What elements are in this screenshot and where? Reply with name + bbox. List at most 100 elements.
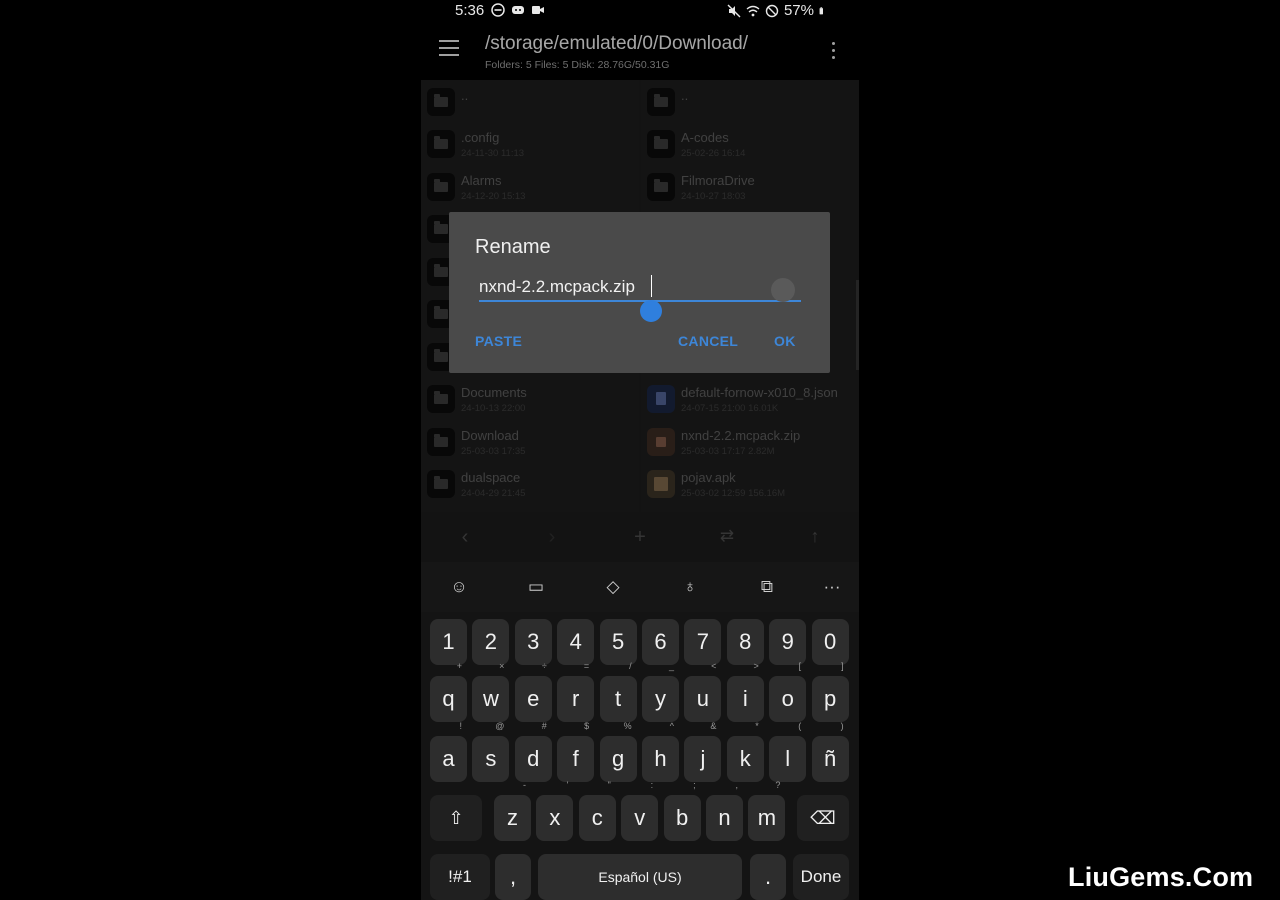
blocked-icon	[765, 4, 779, 17]
key-hint: &	[710, 721, 717, 731]
letter-key[interactable]: y _	[642, 662, 679, 722]
letter-key[interactable]: r =	[557, 662, 595, 722]
letter-key[interactable]: i >	[726, 662, 764, 722]
letter-key[interactable]: z-	[494, 781, 531, 841]
key-hint: ]	[841, 661, 844, 671]
number-key[interactable]: 0	[811, 619, 849, 665]
dialog-title: Rename	[475, 236, 551, 258]
key-label: f	[572, 746, 579, 771]
number-key[interactable]: 9	[769, 619, 807, 665]
key-label: ,	[509, 864, 517, 889]
key-hint: ÷	[541, 661, 547, 671]
key-label: t	[615, 686, 622, 711]
key-hint: !	[459, 721, 462, 731]
key-label: 7	[696, 629, 710, 654]
rename-dialog: Rename PASTE CANCEL OK	[449, 212, 830, 373]
number-key[interactable]: 7	[684, 619, 722, 665]
mic-icon[interactable]: ♁	[677, 574, 703, 600]
letter-key[interactable]: b;	[663, 781, 701, 841]
video-icon	[532, 6, 544, 14]
letter-key[interactable]: w ×	[472, 662, 510, 722]
letter-key[interactable]: f $	[557, 722, 595, 782]
key-label: Español (US)	[598, 869, 682, 885]
key-label: 1	[442, 629, 455, 654]
more-icon[interactable]: ···	[819, 574, 845, 600]
letter-key[interactable]: n,	[706, 781, 743, 841]
key-label: j	[700, 746, 706, 771]
soft-keyboard: ☺ ▭ ◇ ♁ ⧉ ··· 1 2 3 4 5 6 7 8 9 0 q + w × e ÷ r = t / y _ u < i >…	[421, 562, 859, 900]
letter-key[interactable]: s @	[472, 722, 510, 782]
letter-key[interactable]: x '	[536, 781, 574, 841]
key-label: k	[739, 746, 751, 771]
shift-icon[interactable]: ⇧	[430, 795, 482, 841]
space-key[interactable]: Español (US)	[538, 854, 742, 900]
letter-key[interactable]: j &	[684, 722, 722, 782]
key-label: 8	[739, 629, 752, 654]
letter-key[interactable]: c "	[578, 781, 616, 841]
ok-button[interactable]: OK	[774, 333, 796, 349]
symbols-key[interactable]: !#1	[430, 854, 490, 900]
key-label: 5	[611, 629, 625, 654]
letter-key[interactable]: m?	[748, 781, 786, 841]
key-label: g	[611, 746, 625, 771]
number-key[interactable]: 2	[472, 619, 510, 665]
number-key[interactable]: 1	[430, 619, 467, 665]
letter-key[interactable]: a!	[430, 722, 467, 782]
wifi-icon	[746, 5, 760, 16]
key-hint: ×	[499, 661, 505, 671]
letter-key[interactable]: v:	[621, 781, 659, 841]
letter-key[interactable]: l(	[769, 722, 807, 782]
number-key[interactable]: 4	[557, 619, 595, 665]
letter-key[interactable]: h ^	[642, 722, 679, 782]
key-label: p	[823, 686, 837, 711]
comma-key[interactable]: ,	[495, 854, 531, 900]
key-label: u	[696, 686, 710, 711]
key-hint: %	[623, 721, 632, 731]
key-label: 0	[823, 629, 837, 654]
letter-key[interactable]: g%	[599, 722, 637, 782]
cursor-handle[interactable]	[640, 300, 662, 322]
letter-key[interactable]: p]	[811, 662, 849, 722]
backspace-icon[interactable]: ⌫	[797, 795, 849, 841]
paste-button[interactable]: PASTE	[475, 333, 522, 349]
key-label: 9	[781, 629, 794, 654]
battery-percent: 57%	[783, 2, 814, 19]
letter-key[interactable]: k *	[726, 722, 764, 782]
clear-text-icon[interactable]	[771, 278, 795, 302]
number-key[interactable]: 5	[599, 619, 637, 665]
cursor-move-icon[interactable]: ◇	[600, 574, 626, 600]
letter-key[interactable]: d #	[514, 722, 552, 782]
clipboard-icon[interactable]: ▭	[523, 574, 549, 600]
letter-key[interactable]: ñ)	[811, 722, 849, 782]
rename-input[interactable]	[479, 274, 801, 302]
key-hint: $	[584, 721, 590, 731]
translate-icon[interactable]: ⧉	[754, 574, 780, 600]
number-key[interactable]: 6	[642, 619, 679, 665]
letter-key[interactable]: e ÷	[514, 662, 552, 722]
status-time: 5:36	[455, 2, 485, 19]
key-label: i	[742, 686, 748, 711]
letter-key[interactable]: o[	[769, 662, 807, 722]
key-hint: (	[798, 721, 802, 731]
emoji-icon[interactable]: ☺	[446, 574, 472, 600]
key-label: d	[527, 746, 540, 771]
key-label: b	[675, 805, 689, 830]
key-label: s	[485, 746, 497, 771]
number-key[interactable]: 8	[726, 619, 764, 665]
battery-icon	[819, 6, 823, 14]
letter-key[interactable]: u <	[684, 662, 722, 722]
key-label: r	[572, 686, 580, 711]
letter-key[interactable]: t /	[599, 662, 637, 722]
discord-icon	[512, 6, 524, 14]
key-label: w	[482, 686, 499, 711]
letter-key[interactable]: q +	[430, 662, 467, 722]
cancel-button[interactable]: CANCEL	[678, 333, 738, 349]
key-hint: #	[541, 721, 547, 731]
key-label: o	[781, 686, 794, 711]
done-key[interactable]: Done	[793, 854, 849, 900]
number-key[interactable]: 3	[514, 619, 552, 665]
period-key[interactable]: .	[750, 854, 786, 900]
key-hint: =	[583, 661, 590, 671]
key-label: y	[655, 686, 666, 711]
key-hint: "	[607, 780, 611, 790]
